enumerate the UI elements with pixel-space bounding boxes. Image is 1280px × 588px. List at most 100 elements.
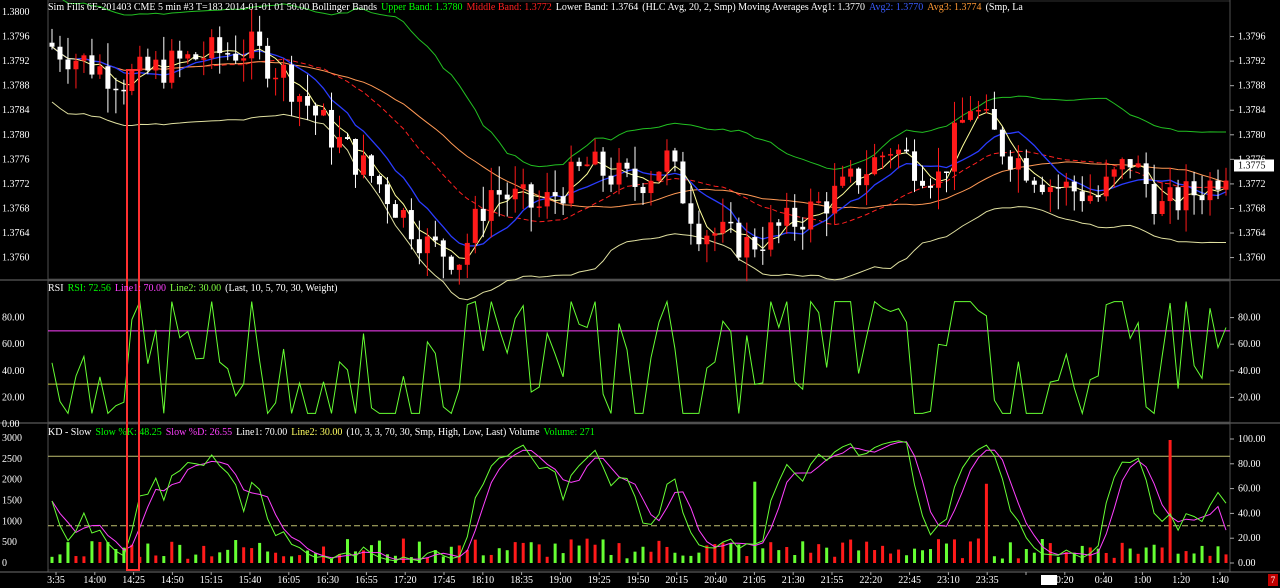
candle-body[interactable] — [688, 203, 694, 224]
candle-body[interactable] — [424, 236, 430, 254]
candle-body[interactable] — [297, 96, 303, 102]
volume-bar[interactable] — [178, 544, 182, 563]
candle-body[interactable] — [480, 208, 486, 221]
candle-body[interactable] — [321, 109, 327, 116]
candle-body[interactable] — [752, 237, 758, 250]
candle-body[interactable] — [912, 151, 918, 181]
candle-body[interactable] — [880, 155, 886, 158]
volume-bar[interactable] — [865, 541, 869, 563]
volume-bar[interactable] — [825, 547, 829, 563]
candle-body[interactable] — [1151, 184, 1157, 214]
volume-bar[interactable] — [761, 548, 765, 563]
volume-bar[interactable] — [58, 554, 62, 563]
rsi-panel[interactable] — [48, 299, 1230, 416]
candle-body[interactable] — [544, 192, 550, 207]
candle-body[interactable] — [776, 222, 782, 226]
candle-body[interactable] — [704, 235, 710, 245]
candle-body[interactable] — [1079, 191, 1085, 202]
candle-body[interactable] — [672, 150, 678, 162]
candle-body[interactable] — [848, 168, 854, 177]
volume-bar[interactable] — [1200, 545, 1204, 563]
candle-body[interactable] — [680, 161, 686, 204]
volume-bar[interactable] — [793, 555, 797, 563]
volume-bar[interactable] — [1120, 542, 1124, 563]
highlight-bar[interactable] — [126, 69, 140, 571]
volume-bar[interactable] — [210, 556, 214, 563]
candle-body[interactable] — [73, 60, 79, 70]
candle-body[interactable] — [928, 185, 934, 188]
candle-body[interactable] — [935, 171, 941, 188]
volume-bar[interactable] — [322, 546, 326, 563]
candle-body[interactable] — [456, 264, 462, 270]
volume-bar[interactable] — [513, 542, 517, 563]
volume-bar[interactable] — [1184, 551, 1188, 563]
candle-body[interactable] — [983, 109, 989, 111]
candle-body[interactable] — [129, 70, 135, 91]
candle-body[interactable] — [217, 37, 223, 54]
volume-bar[interactable] — [729, 543, 733, 563]
volume-bar[interactable] — [146, 543, 150, 563]
volume-bar[interactable] — [1208, 555, 1212, 563]
candle-body[interactable] — [169, 50, 175, 83]
candle-body[interactable] — [233, 53, 239, 61]
candle-body[interactable] — [281, 64, 287, 78]
candle-body[interactable] — [177, 50, 183, 59]
volume-bar[interactable] — [98, 541, 102, 563]
volume-bar[interactable] — [992, 556, 996, 563]
volume-bar[interactable] — [857, 550, 861, 563]
candle-body[interactable] — [121, 89, 127, 92]
candle-body[interactable] — [416, 239, 422, 254]
volume-bar[interactable] — [481, 555, 485, 563]
volume-bar[interactable] — [809, 552, 813, 563]
candle-body[interactable] — [257, 31, 263, 46]
kd-panel[interactable] — [48, 439, 1230, 563]
candle-body[interactable] — [1063, 181, 1069, 188]
candle-body[interactable] — [959, 119, 965, 123]
candle-body[interactable] — [991, 109, 997, 130]
candle-body[interactable] — [384, 184, 390, 205]
candle-body[interactable] — [1023, 158, 1029, 181]
volume-bar[interactable] — [897, 549, 901, 563]
candle-body[interactable] — [760, 249, 766, 251]
candle-body[interactable] — [225, 53, 231, 55]
volume-bar[interactable] — [1160, 547, 1164, 563]
candle-body[interactable] — [568, 161, 574, 204]
volume-bar[interactable] — [1008, 542, 1012, 563]
volume-bar[interactable] — [521, 542, 525, 563]
candle-body[interactable] — [832, 185, 838, 214]
candle-body[interactable] — [656, 171, 662, 181]
volume-bar[interactable] — [745, 556, 749, 563]
volume-bar[interactable] — [689, 555, 693, 563]
candle-body[interactable] — [1143, 163, 1149, 185]
candle-body[interactable] — [560, 196, 566, 204]
volume-bar[interactable] — [569, 539, 573, 563]
volume-bar[interactable] — [889, 553, 893, 563]
candle-body[interactable] — [1055, 187, 1061, 189]
candle-body[interactable] — [241, 58, 247, 61]
volume-bar[interactable] — [881, 545, 885, 563]
candle-body[interactable] — [249, 31, 255, 59]
volume-bar[interactable] — [833, 556, 837, 563]
candle-body[interactable] — [512, 188, 518, 200]
volume-bar[interactable] — [290, 556, 294, 563]
candle-body[interactable] — [89, 55, 95, 75]
selected-bar-highlight[interactable] — [126, 69, 140, 571]
volume-bar[interactable] — [258, 542, 262, 563]
volume-bar[interactable] — [681, 555, 685, 563]
candle-body[interactable] — [464, 242, 470, 265]
volume-bar[interactable] — [625, 558, 629, 563]
candle-body[interactable] — [496, 190, 502, 195]
volume-bar[interactable] — [873, 550, 877, 563]
candle-body[interactable] — [943, 171, 949, 173]
volume-bar[interactable] — [921, 550, 925, 563]
candle-body[interactable] — [408, 210, 414, 240]
volume-bar[interactable] — [561, 553, 565, 563]
candle-body[interactable] — [368, 155, 374, 176]
candle-body[interactable] — [632, 168, 638, 187]
candle-body[interactable] — [600, 151, 606, 176]
candle-body[interactable] — [400, 210, 406, 218]
volume-bar[interactable] — [226, 549, 230, 563]
volume-bar[interactable] — [1016, 558, 1020, 563]
candle-body[interactable] — [488, 190, 494, 221]
candle-body[interactable] — [800, 226, 806, 230]
